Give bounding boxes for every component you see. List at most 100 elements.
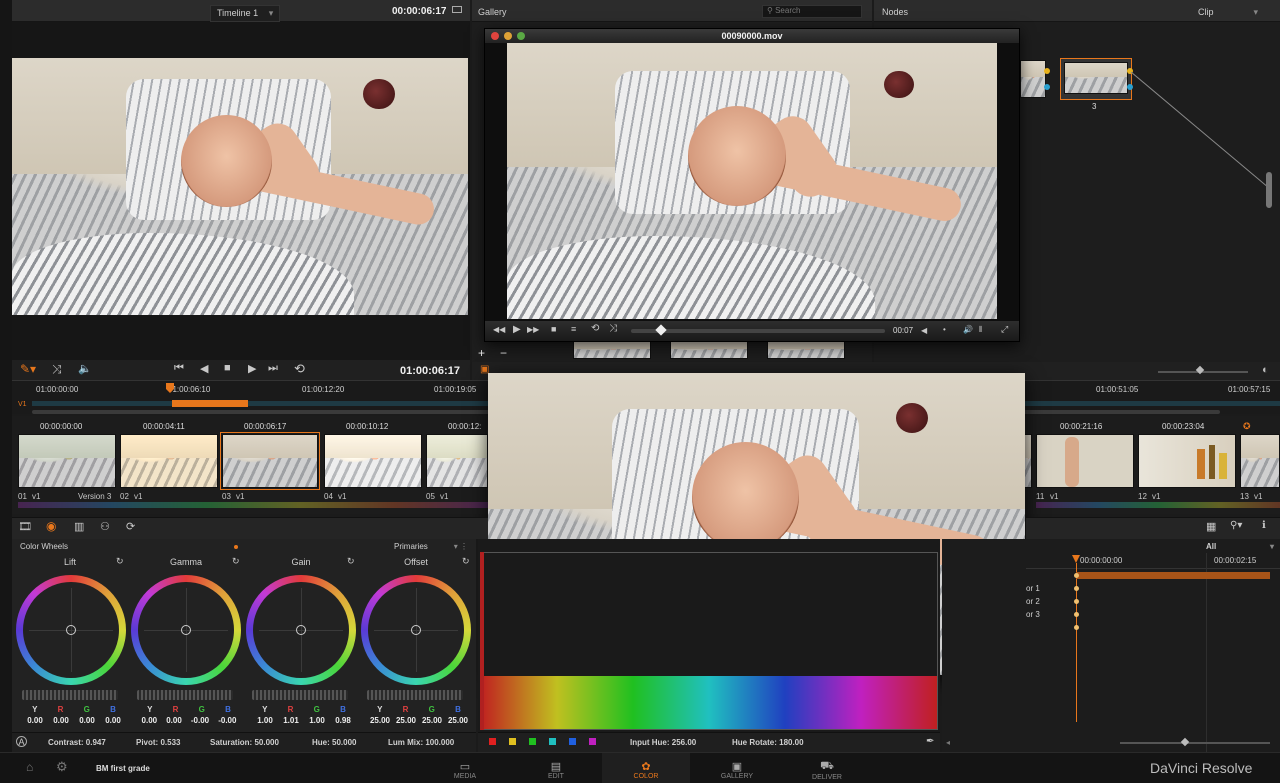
offset-g[interactable]: 25.00: [422, 716, 442, 725]
skip-forward-icon[interactable]: ⏭: [268, 362, 278, 375]
offset-wheel[interactable]: [361, 575, 471, 685]
clip-thumbnail[interactable]: [1240, 434, 1280, 488]
hue-swatch-red[interactable]: [489, 738, 496, 745]
flag-icon[interactable]: ✪: [1243, 421, 1251, 432]
hue-swatch-green[interactable]: [529, 738, 536, 745]
hue-rotate-value[interactable]: Hue Rotate: 180.00: [732, 738, 804, 747]
loop-icon[interactable]: ⟲: [591, 323, 599, 334]
gain-g[interactable]: 1.00: [309, 716, 325, 725]
reset-icon[interactable]: ↻: [462, 556, 470, 567]
gallery-still[interactable]: [670, 341, 748, 359]
nodes-mode-select[interactable]: Clip ▾: [1198, 7, 1258, 18]
contrast-value[interactable]: Contrast: 0.947: [48, 738, 106, 747]
shuffle-icon[interactable]: ⤨: [609, 323, 617, 334]
clip-thumbnail[interactable]: [1036, 434, 1134, 488]
keyframe-master-track[interactable]: [1076, 572, 1270, 579]
clip-thumbnail[interactable]: [18, 434, 116, 488]
lift-y[interactable]: 0.00: [27, 716, 43, 725]
gallery-still[interactable]: [767, 341, 845, 359]
offset-b[interactable]: 25.00: [448, 716, 468, 725]
color-picker-icon[interactable]: ◐: [1262, 364, 1269, 376]
scroll-left-icon[interactable]: ◂: [946, 738, 950, 747]
gamma-master-wheel[interactable]: [137, 690, 233, 700]
search-icon[interactable]: ⚲▾: [1230, 520, 1242, 531]
gallery-still[interactable]: [573, 341, 651, 359]
tab-edit[interactable]: ▤ EDIT: [526, 760, 586, 780]
auto-balance-icon[interactable]: A: [16, 736, 27, 747]
offset-master-wheel[interactable]: [367, 690, 463, 700]
reset-icon[interactable]: ↻: [116, 556, 124, 567]
motion-icon[interactable]: ⟳: [126, 520, 135, 533]
play-reverse-icon[interactable]: ◀: [200, 362, 208, 375]
hue-swatch-cyan[interactable]: [549, 738, 556, 745]
shuffle-icon[interactable]: ⤨: [52, 362, 62, 377]
clip-thumbnail[interactable]: [426, 434, 488, 488]
gamma-wheel[interactable]: [131, 575, 241, 685]
fullscreen-icon[interactable]: ⤢: [1001, 324, 1008, 335]
scopes-icon[interactable]: ▥: [74, 520, 84, 533]
gamma-r[interactable]: 0.00: [166, 716, 182, 725]
keyframe-dot[interactable]: [1074, 612, 1079, 617]
hue-swatch-blue[interactable]: [569, 738, 576, 745]
step-back-icon[interactable]: ◀: [921, 326, 927, 335]
lum-mix-value[interactable]: Lum Mix: 100.000: [388, 738, 454, 747]
node-partial[interactable]: [1020, 60, 1046, 98]
gallery-search[interactable]: ⚲ Search: [762, 5, 862, 18]
player-scrubber[interactable]: [631, 329, 885, 333]
input-hue-value[interactable]: Input Hue: 256.00: [630, 738, 696, 747]
add-icon[interactable]: +: [478, 346, 485, 360]
play-icon[interactable]: ▶: [513, 324, 521, 335]
gain-wheel[interactable]: [246, 575, 356, 685]
saturation-value[interactable]: Saturation: 50.000: [210, 738, 279, 747]
hue-curve-graph[interactable]: [480, 552, 938, 730]
clip-thumbnail[interactable]: [120, 434, 218, 488]
gamma-b[interactable]: -0.00: [218, 716, 236, 725]
primaries-select[interactable]: Primaries ▾ ⋮: [394, 542, 468, 551]
lift-b[interactable]: 0.00: [105, 716, 121, 725]
rewind-icon[interactable]: ◀◀: [493, 325, 505, 334]
gamma-g[interactable]: -0.00: [191, 716, 209, 725]
lift-master-wheel[interactable]: [22, 690, 118, 700]
gear-icon[interactable]: ⚙: [56, 759, 68, 775]
hue-swatch-yellow[interactable]: [509, 738, 516, 745]
tab-media[interactable]: ▭ MEDIA: [435, 760, 495, 780]
lift-g[interactable]: 0.00: [79, 716, 95, 725]
clip-thumbnail[interactable]: [1024, 434, 1032, 488]
pick-tool-icon[interactable]: ✎▾: [20, 362, 36, 376]
keyframe-dot[interactable]: [1074, 625, 1079, 630]
clip-thumbnail[interactable]: [324, 434, 422, 488]
tab-deliver[interactable]: ⛟ DELIVER: [797, 760, 857, 781]
volume-icon[interactable]: 🔊: [963, 325, 973, 334]
offset-y[interactable]: 25.00: [370, 716, 390, 725]
remove-icon[interactable]: −: [500, 346, 507, 360]
keyframe-filter[interactable]: All ▾: [1206, 542, 1274, 551]
timeline-selector[interactable]: Timeline 1 ▾: [210, 5, 281, 22]
keyframe-dot[interactable]: [1074, 599, 1079, 604]
reset-icon[interactable]: ↻: [347, 556, 355, 567]
gain-master-wheel[interactable]: [252, 690, 348, 700]
lift-wheel[interactable]: [16, 575, 126, 685]
skip-back-icon[interactable]: ⏮: [174, 362, 184, 375]
stop-icon[interactable]: ■: [224, 362, 231, 374]
eyedropper-icon[interactable]: ✒: [926, 736, 934, 747]
keyframe-zoom-slider[interactable]: [1120, 742, 1270, 744]
gamma-y[interactable]: 0.00: [142, 716, 158, 725]
gain-r[interactable]: 1.01: [283, 716, 299, 725]
lift-r[interactable]: 0.00: [53, 716, 69, 725]
camera-raw-icon[interactable]: 🎞: [18, 520, 32, 533]
loop-icon[interactable]: ⟲: [294, 361, 305, 377]
gain-b[interactable]: 0.98: [335, 716, 351, 725]
speaker-icon[interactable]: 🔈: [78, 362, 92, 375]
grid-icon[interactable]: ▦: [1206, 520, 1216, 533]
menu-icon[interactable]: ≡: [571, 324, 576, 334]
zoom-slider[interactable]: [1158, 371, 1248, 373]
offset-r[interactable]: 25.00: [396, 716, 416, 725]
home-icon[interactable]: ⌂: [26, 760, 33, 774]
node-3[interactable]: [1060, 58, 1132, 100]
tab-color[interactable]: ✿ COLOR: [616, 760, 676, 780]
more-icon[interactable]: ℹ: [1262, 520, 1266, 531]
monitor-icon[interactable]: [452, 6, 462, 13]
tab-gallery[interactable]: ▣ GALLERY: [707, 760, 767, 780]
mixer-icon[interactable]: ⚇: [100, 520, 110, 533]
clip-thumbnail[interactable]: [1138, 434, 1236, 488]
